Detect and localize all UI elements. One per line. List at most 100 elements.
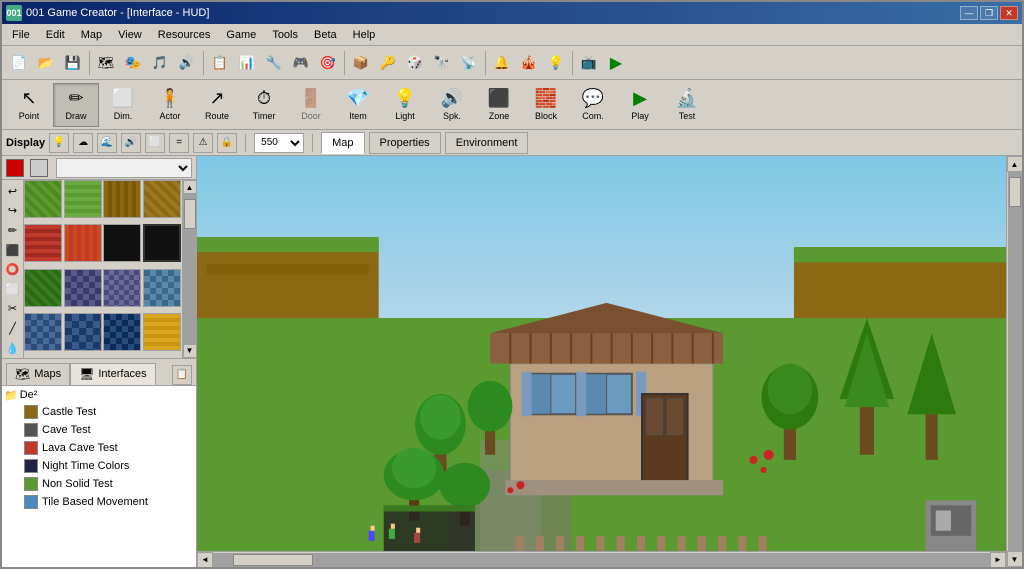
vscroll-up[interactable]: ▲ (1007, 156, 1023, 172)
menu-view[interactable]: View (110, 27, 150, 43)
tree-item-cave[interactable]: Cave Test (4, 421, 194, 439)
tool-point[interactable]: ↖ Point (6, 83, 52, 127)
menu-edit[interactable]: Edit (38, 27, 73, 43)
tool-zone[interactable]: ⬛ Zone (476, 83, 522, 127)
tab-map[interactable]: Map (321, 132, 364, 154)
disp-lock-btn[interactable]: 🔒 (217, 133, 237, 153)
side-tool-line[interactable]: ╱ (3, 319, 23, 338)
tool-spk[interactable]: 🔊 Spk. (429, 83, 475, 127)
tb-item11[interactable]: 🔔 (489, 50, 515, 76)
vscroll-thumb[interactable] (1009, 177, 1021, 207)
menu-map[interactable]: Map (73, 27, 110, 43)
tex-cell-8[interactable] (24, 269, 62, 307)
disp-grid-btn[interactable]: ⬜ (145, 133, 165, 153)
tex-cell-2[interactable] (103, 180, 141, 218)
hscroll-track[interactable] (213, 553, 990, 567)
tex-cell-12[interactable] (24, 313, 62, 351)
close-button[interactable]: ✕ (1000, 6, 1018, 20)
tb-item5[interactable]: 🎯 (315, 50, 341, 76)
side-tool-circle[interactable]: ⭕ (3, 260, 23, 279)
menu-help[interactable]: Help (345, 27, 384, 43)
tool-door[interactable]: 🚪 Door (288, 83, 334, 127)
tool-test[interactable]: 🔬 Test (664, 83, 710, 127)
tb-item9[interactable]: 🔭 (429, 50, 455, 76)
tool-draw[interactable]: ✏ Draw (53, 83, 99, 127)
tex-cell-14[interactable] (103, 313, 141, 351)
tool-block[interactable]: 🧱 Block (523, 83, 569, 127)
vscroll-track[interactable] (1008, 172, 1022, 551)
side-tool-select[interactable]: ✂ (3, 300, 23, 319)
tab-properties[interactable]: Properties (369, 132, 441, 154)
disp-water-btn[interactable]: 🌊 (97, 133, 117, 153)
disp-light-btn[interactable]: 💡 (49, 133, 69, 153)
disp-warn-btn[interactable]: ⚠ (193, 133, 213, 153)
tex-cell-11[interactable] (143, 269, 181, 307)
tb-new[interactable]: 📄 (6, 50, 32, 76)
hscroll-thumb[interactable] (233, 554, 313, 566)
tab-extra-btn[interactable]: 📋 (172, 365, 192, 385)
tex-cell-1[interactable] (64, 180, 102, 218)
tb-item8[interactable]: 🎲 (402, 50, 428, 76)
scene-view[interactable] (197, 156, 1006, 551)
side-tool-redo[interactable]: ↪ (3, 202, 23, 221)
fg-color-swatch[interactable] (6, 159, 24, 177)
tb-play[interactable]: ▶ (603, 50, 629, 76)
tex-cell-6[interactable] (103, 224, 141, 262)
tree-item-nonsolid[interactable]: Non Solid Test (4, 475, 194, 493)
tab-maps[interactable]: 🗺 Maps (6, 363, 70, 385)
tree-item-tile[interactable]: Tile Based Movement (4, 493, 194, 511)
tb-item6[interactable]: 📦 (348, 50, 374, 76)
tb-item7[interactable]: 🔑 (375, 50, 401, 76)
tb-item14[interactable]: 📺 (576, 50, 602, 76)
tree-item-lava[interactable]: Lava Cave Test (4, 439, 194, 457)
side-tool-pencil[interactable]: ✏ (3, 221, 23, 240)
tex-cell-15[interactable] (143, 313, 181, 351)
tex-cell-13[interactable] (64, 313, 102, 351)
hscroll-left[interactable]: ◄ (197, 552, 213, 568)
tex-scroll-thumb[interactable] (184, 199, 196, 229)
tool-light[interactable]: 💡 Light (382, 83, 428, 127)
tex-cell-7[interactable] (143, 224, 181, 262)
menu-game[interactable]: Game (218, 27, 264, 43)
tb-item4[interactable]: 🎮 (288, 50, 314, 76)
disp-cloud-btn[interactable]: ☁ (73, 133, 93, 153)
tex-cell-10[interactable] (103, 269, 141, 307)
tool-item[interactable]: 💎 Item (335, 83, 381, 127)
tab-interfaces[interactable]: 🖥 Interfaces (70, 363, 156, 385)
tool-com[interactable]: 💬 Com. (570, 83, 616, 127)
menu-beta[interactable]: Beta (306, 27, 345, 43)
tb-item12[interactable]: 🎪 (516, 50, 542, 76)
tab-environment[interactable]: Environment (445, 132, 529, 154)
hscroll-right[interactable]: ► (990, 552, 1006, 568)
minimize-button[interactable]: — (960, 6, 978, 20)
tool-play[interactable]: ▶ Play (617, 83, 663, 127)
vscroll-down[interactable]: ▼ (1007, 551, 1023, 567)
disp-eq-btn[interactable]: = (169, 133, 189, 153)
side-tool-fill[interactable]: ⬛ (3, 241, 23, 260)
menu-tools[interactable]: Tools (264, 27, 306, 43)
tree-folder-root[interactable]: 📁 De² (4, 388, 194, 403)
tree-item-night[interactable]: Night Time Colors (4, 457, 194, 475)
tex-cell-9[interactable] (64, 269, 102, 307)
tool-dim[interactable]: ⬜ Dim. (100, 83, 146, 127)
tex-cell-3[interactable] (143, 180, 181, 218)
zoom-select[interactable]: 550 100 200 400 800 (254, 133, 304, 153)
tb-item10[interactable]: 📡 (456, 50, 482, 76)
tex-scroll-up[interactable]: ▲ (183, 180, 197, 194)
tb-open[interactable]: 📂 (33, 50, 59, 76)
tb-item3[interactable]: 🔧 (261, 50, 287, 76)
texture-dropdown[interactable] (56, 158, 192, 178)
tb-item13[interactable]: 💡 (543, 50, 569, 76)
tex-scroll-down[interactable]: ▼ (183, 344, 197, 358)
tree-item-castle[interactable]: Castle Test (4, 403, 194, 421)
tool-timer[interactable]: ⏱ Timer (241, 83, 287, 127)
tb-sound[interactable]: 🔊 (174, 50, 200, 76)
tb-actor[interactable]: 🎭 (120, 50, 146, 76)
side-tool-rect[interactable]: ⬜ (3, 280, 23, 299)
side-tool-undo[interactable]: ↩ (3, 182, 23, 201)
menu-file[interactable]: File (4, 27, 38, 43)
tb-music[interactable]: 🎵 (147, 50, 173, 76)
disp-sound-btn[interactable]: 🔊 (121, 133, 141, 153)
tb-save[interactable]: 💾 (60, 50, 86, 76)
menu-resources[interactable]: Resources (150, 27, 219, 43)
